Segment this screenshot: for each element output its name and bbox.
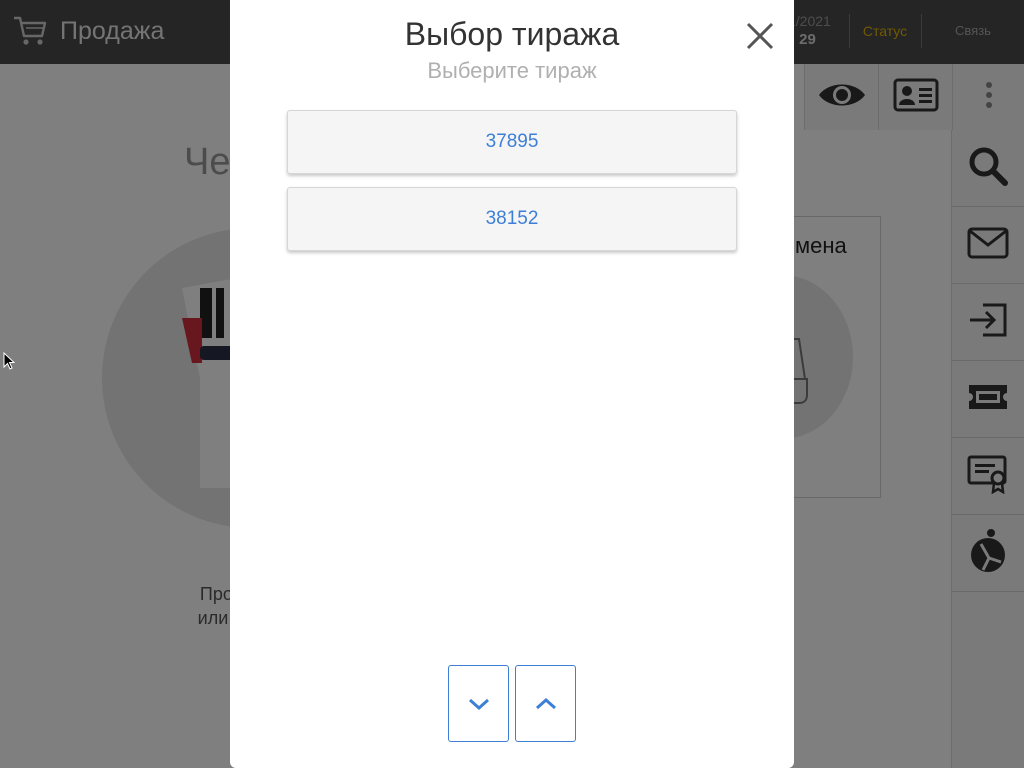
chevron-down-icon: [468, 698, 489, 710]
chevron-up-icon: [535, 697, 556, 709]
print-run-dialog: Выбор тиража Выберите тираж 37895 38152: [230, 0, 794, 768]
print-run-option[interactable]: 37895: [287, 110, 737, 174]
scroll-down-button[interactable]: [448, 665, 509, 742]
scroll-up-button[interactable]: [515, 665, 576, 742]
close-button[interactable]: [742, 18, 778, 54]
dialog-title: Выбор тиража: [404, 16, 620, 52]
print-run-option[interactable]: 38152: [287, 187, 737, 251]
dialog-subtitle: Выберите тираж: [427, 58, 597, 83]
mouse-cursor-icon: [3, 351, 16, 370]
close-icon: [746, 22, 774, 50]
